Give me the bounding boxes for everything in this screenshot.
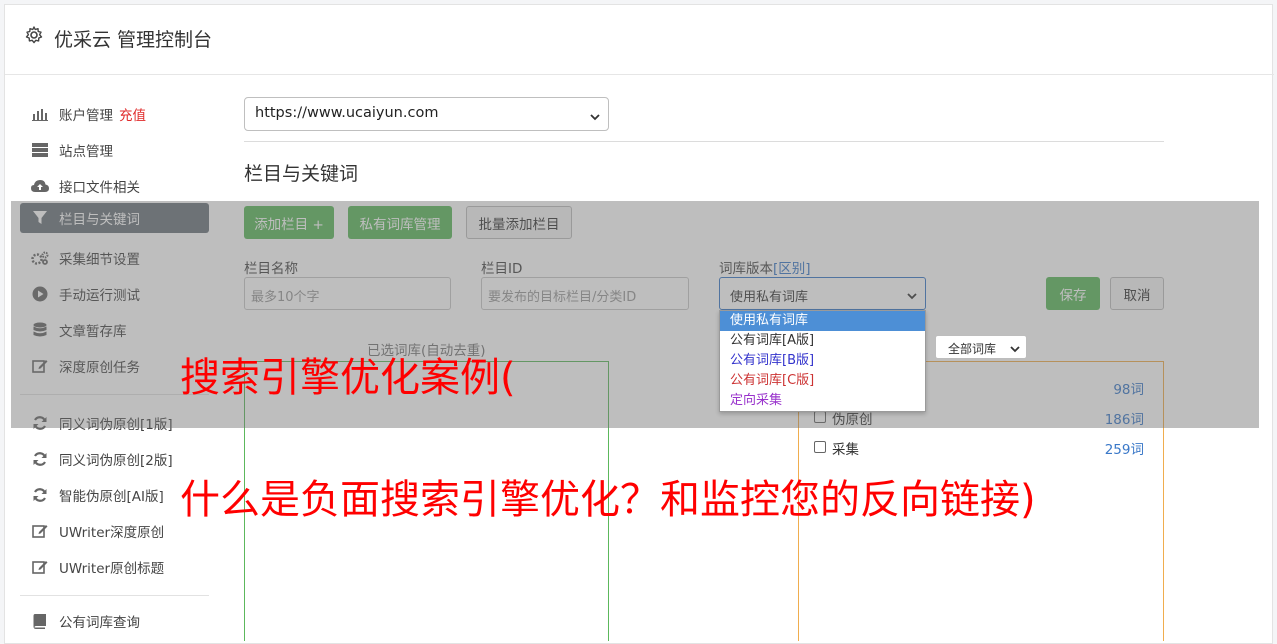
edit-icon xyxy=(31,558,49,576)
header: 优采云 管理控制台 xyxy=(5,5,1274,75)
sidebar-item-label: 智能伪原创[AI版] xyxy=(59,489,164,505)
sidebar-item-sites[interactable]: 站点管理 xyxy=(20,135,209,165)
cloud-upload-icon xyxy=(31,177,49,195)
library-row[interactable]: 采集 259词 xyxy=(814,438,1144,458)
sidebar-item-interface[interactable]: 接口文件相关 xyxy=(20,171,209,201)
bar-chart-icon xyxy=(31,105,49,123)
library-count: 259词 xyxy=(1104,442,1144,458)
sidebar-item-label: UWriter深度原创 xyxy=(59,525,165,541)
version-dropdown[interactable]: 使用私有词库 公有词库[A版] 公有词库[B版] 公有词库[C版] 定向采集 xyxy=(719,310,926,412)
sidebar-item-public-lib[interactable]: 公有词库查询 xyxy=(20,606,209,636)
library-filter-value: 全部词库 xyxy=(948,342,997,356)
chevron-down-icon xyxy=(590,109,600,125)
gear-icon xyxy=(24,25,44,45)
refresh-icon xyxy=(31,450,49,468)
site-select-value: https://www.ucaiyun.com xyxy=(255,105,439,121)
sidebar-item-label: 接口文件相关 xyxy=(59,180,140,196)
sidebar-item-uwriter-title[interactable]: UWriter原创标题 xyxy=(20,552,209,582)
library-filter-select[interactable]: 全部词库 xyxy=(935,335,1027,359)
sidebar-item-label: 公有词库查询 xyxy=(59,615,140,631)
site-select[interactable]: https://www.ucaiyun.com xyxy=(244,97,609,131)
sidebar-item-label: 站点管理 xyxy=(59,144,113,160)
version-option[interactable]: 使用私有词库 xyxy=(720,311,925,331)
divider xyxy=(244,141,1164,142)
sidebar-item-account[interactable]: 账户管理 充值 xyxy=(20,99,209,129)
watermark-line-1: 搜索引擎优化案例( xyxy=(180,355,516,401)
sidebar-item-label: UWriter原创标题 xyxy=(59,561,165,577)
edit-icon xyxy=(31,522,49,540)
watermark-line-2: 什么是负面搜索引擎优化？和监控您的反向链接) xyxy=(180,477,1036,523)
sidebar-item-label: 同义词伪原创[2版] xyxy=(59,453,173,469)
version-option[interactable]: 公有词库[A版] xyxy=(720,331,925,351)
sidebar-item-label: 账户管理 xyxy=(59,108,113,124)
version-option[interactable]: 公有词库[B版] xyxy=(720,351,925,371)
recharge-link[interactable]: 充值 xyxy=(119,104,146,124)
app-title: 优采云 管理控制台 xyxy=(54,29,213,51)
chevron-down-icon xyxy=(1010,342,1020,356)
library-checkbox[interactable] xyxy=(814,441,826,453)
version-option[interactable]: 定向采集 xyxy=(720,391,925,411)
refresh-icon xyxy=(31,486,49,504)
book-icon xyxy=(31,612,49,630)
library-name: 采集 xyxy=(832,442,859,458)
section-title: 栏目与关键词 xyxy=(244,163,359,185)
version-option[interactable]: 公有词库[C版] xyxy=(720,371,925,391)
server-icon xyxy=(31,141,49,159)
sidebar-divider xyxy=(20,595,209,596)
